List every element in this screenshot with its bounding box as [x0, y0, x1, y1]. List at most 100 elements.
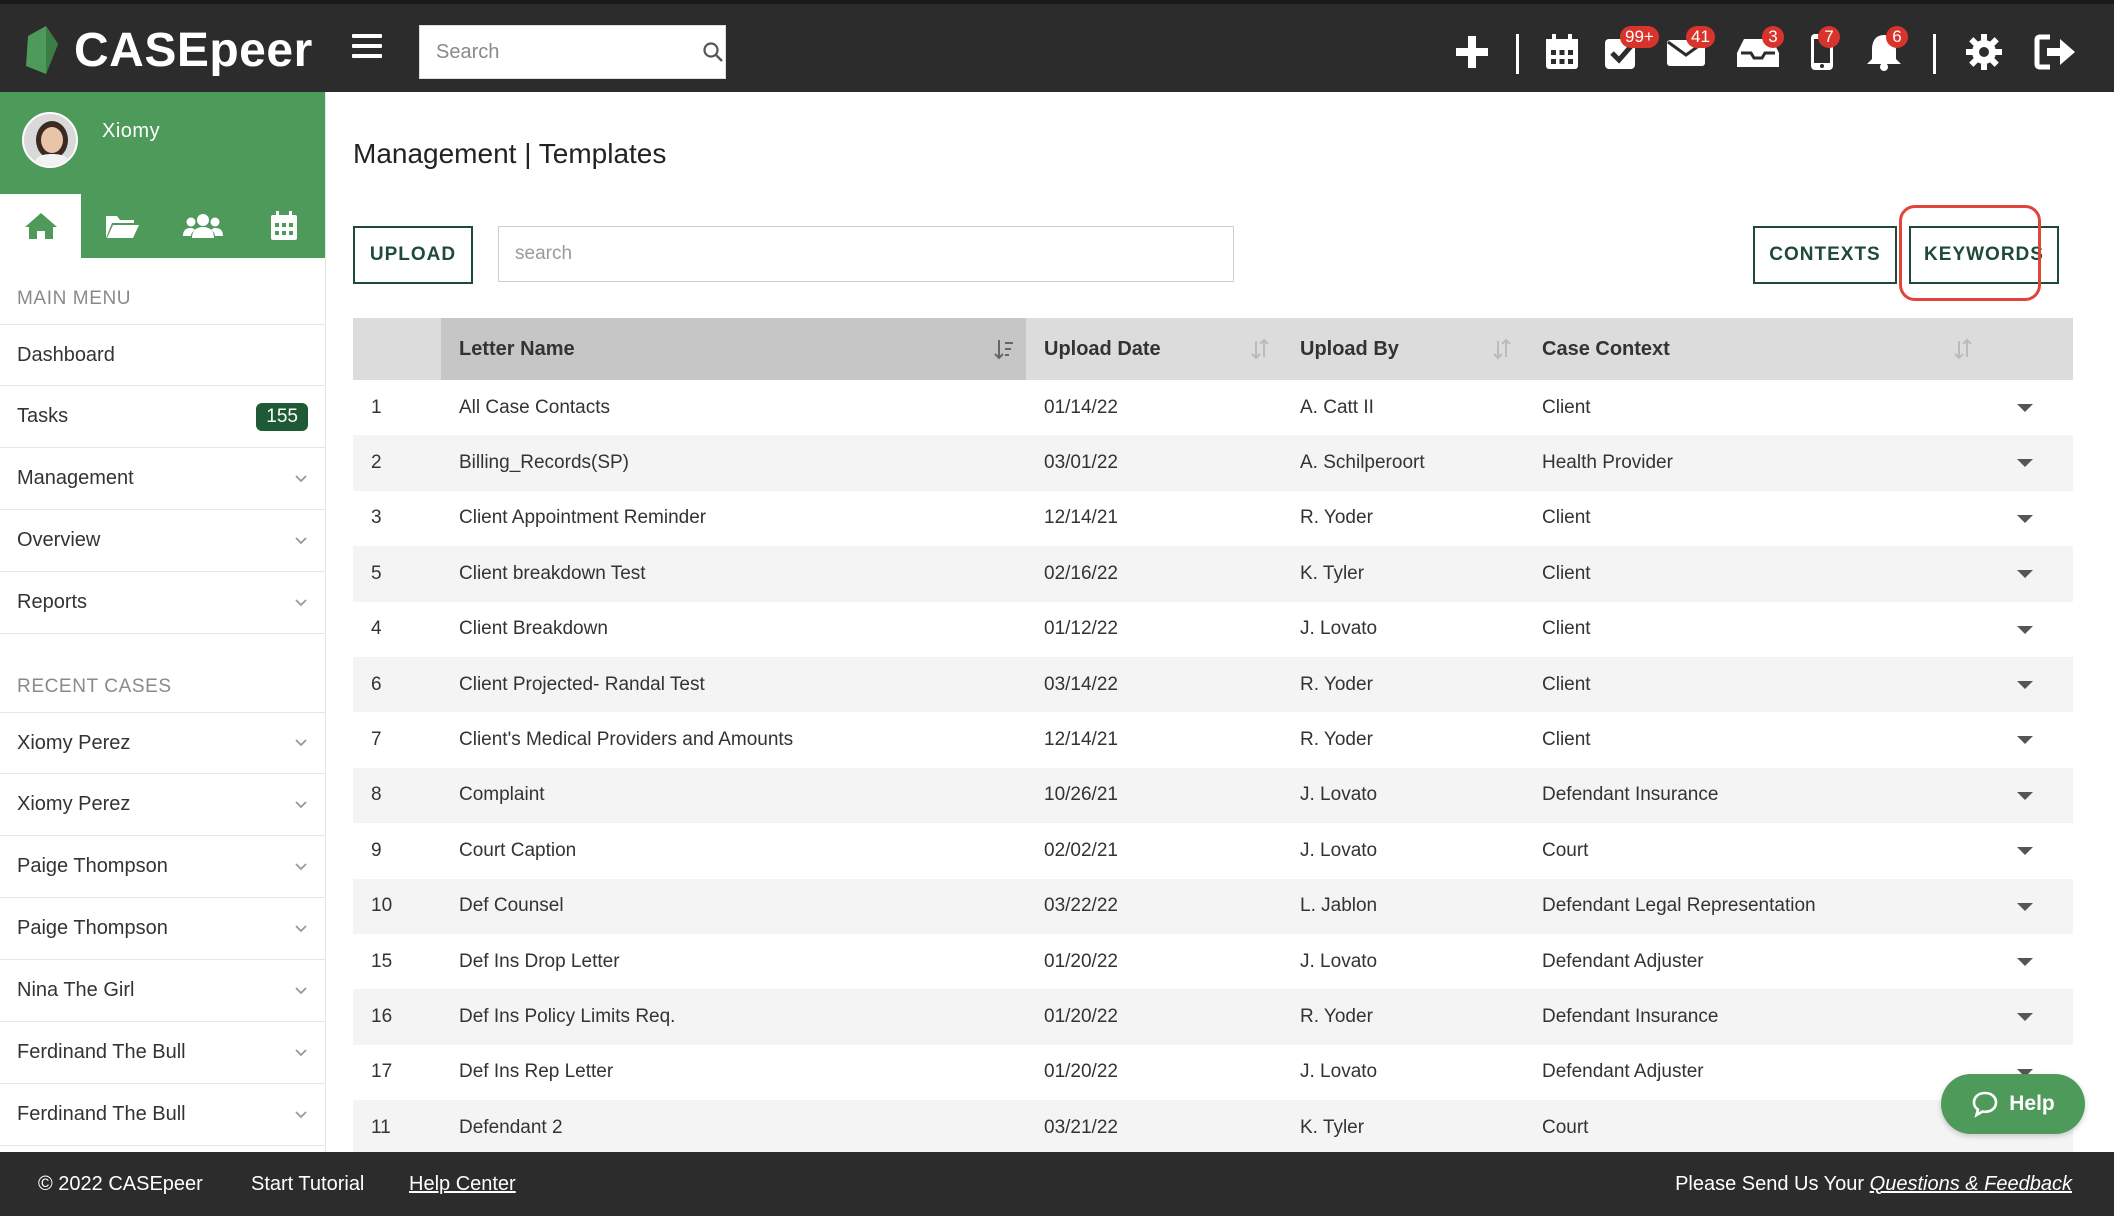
table-row[interactable]: 15 Def Ins Drop Letter 01/20/22 J. Lovato De… [353, 934, 2073, 989]
global-search-input[interactable] [420, 26, 701, 78]
row-index-text: 11 [371, 1116, 391, 1138]
recent-case-item[interactable]: Nina The Girl [0, 960, 325, 1022]
upload-button[interactable]: UPLOAD [353, 226, 473, 284]
menu-item-label: Overview [17, 529, 101, 551]
column-header-case-context[interactable]: Case Context [1524, 318, 2073, 380]
row-dropdown-caret-icon[interactable] [2017, 957, 2033, 966]
casepeer-logo[interactable]: CASEpeer [22, 18, 313, 82]
template-search-input[interactable] [498, 226, 1234, 282]
user-name[interactable]: Xiomy [102, 120, 160, 143]
case-context-text: Client [1542, 396, 1591, 418]
recent-case-label: Paige Thompson [17, 855, 168, 877]
help-center-link[interactable]: Help Center [409, 1173, 516, 1196]
contexts-button[interactable]: CONTEXTS [1753, 226, 1897, 284]
hamburger-menu-icon[interactable] [352, 34, 382, 60]
search-icon[interactable] [701, 41, 725, 63]
table-row[interactable]: 8 Complaint 10/26/21 J. Lovato Defendant Ins… [353, 767, 2073, 824]
row-dropdown-caret-icon[interactable] [2017, 680, 2033, 689]
table-row[interactable]: 9 Court Caption 02/02/21 J. Lovato Court [353, 823, 2073, 878]
recent-case-item[interactable]: Ferdinand The Bull [0, 1084, 325, 1146]
column-header-upload-by[interactable]: Upload By [1282, 318, 1524, 380]
column-header-letter-name[interactable]: Letter Name [441, 318, 1026, 380]
templates-table: Letter Name Upload Date Upload By Case C… [353, 318, 2073, 1152]
recent-case-item[interactable]: Ferdinand The Bull [0, 1022, 325, 1084]
plus-icon[interactable] [1450, 30, 1494, 74]
table-row[interactable]: 11 Defendant 2 03/21/22 K. Tyler Court [353, 1100, 2073, 1152]
calendar-icon[interactable] [1540, 30, 1584, 74]
letter-name-cell: Client Projected- Randal Test [441, 656, 1026, 713]
table-row[interactable]: 16 Def Ins Policy Limits Req. 01/20/22 R. Y… [353, 989, 2073, 1045]
row-dropdown-caret-icon[interactable] [2017, 902, 2033, 911]
row-dropdown-caret-icon[interactable] [2017, 570, 2033, 579]
help-button[interactable]: Help [1941, 1074, 2085, 1134]
chevron-down-icon [295, 536, 307, 544]
upload-date-cell: 03/14/22 [1026, 656, 1282, 713]
row-index-text: 10 [371, 895, 393, 917]
column-header-upload-date[interactable]: Upload Date [1026, 318, 1282, 380]
menu-item-management[interactable]: Management [0, 448, 325, 510]
menu-item-dashboard[interactable]: Dashboard [0, 324, 325, 386]
home-icon[interactable] [0, 194, 82, 258]
recent-cases-list: Xiomy Perez Xiomy Perez Paige Thompson P… [0, 712, 325, 1146]
inbox-icon[interactable]: 3 [1736, 26, 1784, 74]
upload-date-text: 01/12/22 [1044, 618, 1118, 640]
logout-icon[interactable] [2034, 30, 2078, 74]
contacts-icon[interactable] [163, 194, 244, 258]
keywords-button[interactable]: KEYWORDS [1909, 226, 2059, 284]
sort-icon[interactable] [1953, 338, 1973, 360]
table-row[interactable]: 6 Client Projected- Randal Test 03/14/22 R.… [353, 656, 2073, 713]
avatar[interactable] [22, 112, 78, 168]
gear-icon[interactable] [1962, 30, 2006, 74]
feedback-text: Please Send Us Your Questions & Feedback [1675, 1173, 2072, 1196]
row-dropdown-caret-icon[interactable] [2017, 791, 2033, 800]
mail-icon[interactable]: 41 [1664, 26, 1715, 74]
bell-icon[interactable]: 6 [1862, 26, 1908, 74]
questions-feedback-link[interactable]: Questions & Feedback [1870, 1173, 2072, 1195]
row-dropdown-caret-icon[interactable] [2017, 404, 2033, 412]
recent-case-item[interactable]: Xiomy Perez [0, 712, 325, 774]
sort-desc-icon[interactable] [994, 338, 1014, 360]
upload-date-text: 01/20/22 [1044, 950, 1118, 972]
table-row[interactable]: 17 Def Ins Rep Letter 01/20/22 J. Lovato Def… [353, 1045, 2073, 1100]
sidebar-calendar-icon[interactable] [244, 194, 325, 258]
folder-icon[interactable] [81, 194, 162, 258]
menu-item-overview[interactable]: Overview [0, 510, 325, 572]
case-context-cell: Court [1524, 823, 2073, 878]
upload-by-text: J. Lovato [1300, 1061, 1378, 1083]
table-row[interactable]: 4 Client Breakdown 01/12/22 J. Lovato Client [353, 602, 2073, 657]
recent-case-item[interactable]: Paige Thompson [0, 898, 325, 960]
row-dropdown-caret-icon[interactable] [2017, 1013, 2033, 1022]
table-row[interactable]: 5 Client breakdown Test 02/16/22 K. Tyler Cl… [353, 546, 2073, 602]
row-dropdown-caret-icon[interactable] [2017, 625, 2033, 634]
case-context-cell: Client [1524, 712, 2073, 767]
menu-item-tasks[interactable]: Tasks 155 [0, 386, 325, 448]
recent-case-item[interactable]: Xiomy Perez [0, 774, 325, 836]
recent-case-item[interactable]: Paige Thompson [0, 836, 325, 898]
case-context-text: Defendant Adjuster [1542, 1061, 1704, 1083]
row-dropdown-caret-icon[interactable] [2017, 459, 2033, 468]
letter-name-text: Client Breakdown [459, 618, 608, 640]
sort-icon[interactable] [1492, 338, 1512, 360]
letter-name-cell: Defendant 2 [441, 1100, 1026, 1152]
row-index-cell: 6 [353, 656, 441, 713]
sort-icon[interactable] [1250, 338, 1270, 360]
phone-icon[interactable]: 7 [1800, 26, 1844, 74]
upload-by-text: A. Schilperoort [1300, 452, 1425, 474]
table-row[interactable]: 3 Client Appointment Reminder 12/14/21 R. Y… [353, 491, 2073, 546]
table-row[interactable]: 10 Def Counsel 03/22/22 L. Jablon Defendant … [353, 878, 2073, 934]
table-row[interactable]: 2 Billing_Records(SP) 03/01/22 A. Schilpero… [353, 435, 2073, 491]
upload-date-cell: 01/20/22 [1026, 989, 1282, 1045]
table-row[interactable]: 7 Client's Medical Providers and Amounts 1… [353, 712, 2073, 767]
row-index-text: 7 [371, 729, 382, 751]
row-dropdown-caret-icon[interactable] [2017, 736, 2033, 745]
row-dropdown-caret-icon[interactable] [2017, 514, 2033, 523]
row-index-cell: 5 [353, 546, 441, 602]
table-row[interactable]: 1 All Case Contacts 01/14/22 A. Catt II Clie… [353, 380, 2073, 435]
sidebar-nav-icons [0, 194, 325, 258]
tasks-badge: 99+ [1620, 26, 1659, 48]
start-tutorial-link[interactable]: Start Tutorial [251, 1173, 364, 1196]
row-dropdown-caret-icon[interactable] [2017, 847, 2033, 856]
tasks-check-icon[interactable]: 99+ [1600, 26, 1659, 74]
menu-item-reports[interactable]: Reports [0, 572, 325, 634]
upload-by-cell: J. Lovato [1282, 1045, 1524, 1100]
